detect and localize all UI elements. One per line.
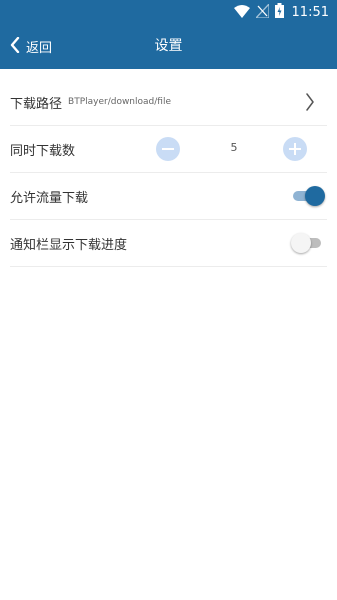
concurrent-downloads-label: 同时下载数 <box>10 143 76 159</box>
setting-concurrent-downloads: 同时下载数 5 <box>10 126 327 173</box>
setting-allow-mobile-data: 允许流量下载 <box>10 173 327 220</box>
wifi-icon <box>233 3 250 22</box>
setting-download-path[interactable]: 下载路径 BTPlayer/download/file <box>10 79 327 126</box>
notification-progress-toggle[interactable] <box>291 233 325 253</box>
allow-mobile-data-toggle[interactable] <box>291 186 325 206</box>
battery-charging-icon <box>274 2 284 22</box>
decrease-button[interactable] <box>156 137 180 161</box>
setting-notification-progress: 通知栏显示下载进度 <box>10 220 327 267</box>
concurrent-downloads-value: 5 <box>230 141 238 154</box>
allow-mobile-data-label: 允许流量下载 <box>10 190 89 206</box>
chevron-right-icon <box>305 93 315 115</box>
increase-button[interactable] <box>283 137 307 161</box>
download-path-label: 下载路径 <box>10 96 63 112</box>
toggle-thumb <box>291 233 311 253</box>
download-path-value: BTPlayer/download/file <box>68 97 171 107</box>
app-bar: 返回 设置 <box>0 24 337 69</box>
no-signal-icon <box>254 1 270 22</box>
status-bar: 11:51 <box>0 0 337 24</box>
status-time: 11:51 <box>291 4 329 20</box>
back-button[interactable]: 返回 <box>10 24 52 69</box>
back-label: 返回 <box>26 41 53 56</box>
settings-list: 下载路径 BTPlayer/download/file 同时下载数 5 允许流量… <box>10 79 327 267</box>
notification-progress-label: 通知栏显示下载进度 <box>10 237 128 253</box>
toggle-thumb <box>305 186 325 206</box>
chevron-left-icon <box>10 36 20 57</box>
minus-icon <box>162 148 174 150</box>
status-icons: 11:51 <box>233 1 329 22</box>
